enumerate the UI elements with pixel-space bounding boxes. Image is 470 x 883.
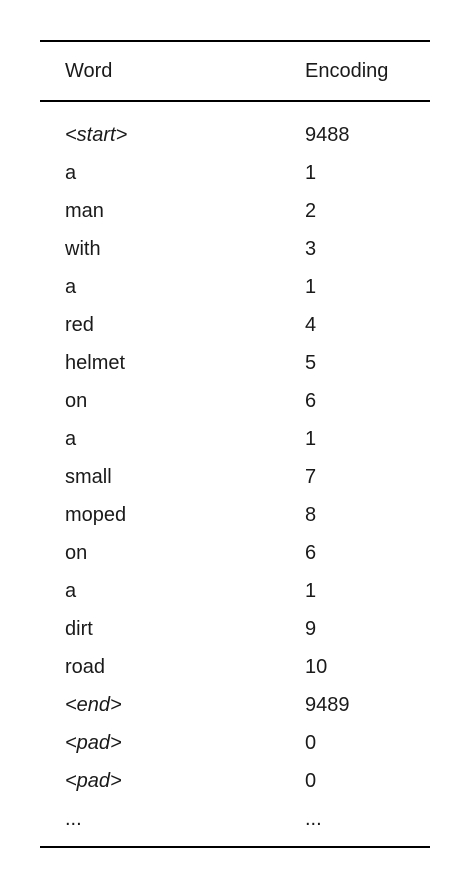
word-cell: on bbox=[65, 389, 88, 412]
encoding-cell: 6 bbox=[305, 389, 317, 412]
header-encoding: Encoding bbox=[305, 59, 389, 82]
encoding-cell: 5 bbox=[305, 351, 317, 374]
word-cell: <start> bbox=[65, 123, 128, 146]
word-cell: <end> bbox=[65, 693, 122, 716]
word-cell: red bbox=[65, 313, 94, 336]
encoding-cell: 8 bbox=[305, 503, 317, 526]
encoding-cell: 6 bbox=[305, 541, 317, 564]
word-cell: <pad> bbox=[65, 731, 122, 754]
word-cell: dirt bbox=[65, 617, 93, 640]
table-row: dirt 9 bbox=[40, 610, 430, 648]
table-row: moped 8 bbox=[40, 496, 430, 534]
encoding-cell: 9 bbox=[305, 617, 317, 640]
word-cell: small bbox=[65, 465, 112, 488]
encoding-cell: 9488 bbox=[305, 123, 350, 146]
word-cell: ... bbox=[65, 807, 82, 830]
table-row: a1 bbox=[40, 420, 430, 458]
word-cell: with bbox=[65, 237, 101, 260]
table-row: red 4 bbox=[40, 306, 430, 344]
encoding-cell: 2 bbox=[305, 199, 317, 222]
table-row: <pad> 0 bbox=[40, 762, 430, 800]
word-cell: man bbox=[65, 199, 104, 222]
encoding-cell: 0 bbox=[305, 769, 317, 792]
table-body: <start> 9488 a 1 man 2 with 3 a 1 red 4 helmet 5 on 6 a 1… bbox=[40, 102, 430, 838]
table-row: helmet 5 bbox=[40, 344, 430, 382]
table-row: with 3 bbox=[40, 230, 430, 268]
encoding-cell: 1 bbox=[305, 579, 317, 602]
table-bottom-rule bbox=[40, 846, 430, 848]
encoding-cell: 1 bbox=[305, 275, 317, 298]
table-row: a1 bbox=[40, 154, 430, 192]
word-cell: a bbox=[65, 275, 77, 298]
encoding-cell: 10 bbox=[305, 655, 328, 678]
encoding-cell: ... bbox=[305, 807, 322, 830]
word-cell: <pad> bbox=[65, 769, 122, 792]
encoding-cell: 4 bbox=[305, 313, 317, 336]
encoding-cell: 1 bbox=[305, 161, 317, 184]
word-cell: on bbox=[65, 541, 88, 564]
table-row: man 2 bbox=[40, 192, 430, 230]
encoding-cell: 3 bbox=[305, 237, 317, 260]
word-cell: helmet bbox=[65, 351, 126, 374]
table-row: a1 bbox=[40, 268, 430, 306]
table-row: road 10 bbox=[40, 648, 430, 686]
word-cell: road bbox=[65, 655, 106, 678]
encoding-cell: 1 bbox=[305, 427, 317, 450]
word-cell: moped bbox=[65, 503, 127, 526]
table-row: ...... bbox=[40, 800, 430, 838]
word-cell: a bbox=[65, 427, 77, 450]
word-cell: a bbox=[65, 161, 77, 184]
table-row: <pad> 0 bbox=[40, 724, 430, 762]
encoding-table: Word Encoding <start> 9488 a 1 man 2 with 3 a 1 re… bbox=[40, 40, 430, 848]
encoding-cell: 9489 bbox=[305, 693, 350, 716]
table-row: <end> 9489 bbox=[40, 686, 430, 724]
table-header-row: Word Encoding bbox=[40, 42, 430, 100]
header-word: Word bbox=[65, 59, 113, 82]
encoding-cell: 7 bbox=[305, 465, 317, 488]
table-row: on 6 bbox=[40, 534, 430, 572]
table-row: on 6 bbox=[40, 382, 430, 420]
word-cell: a bbox=[65, 579, 77, 602]
table-row: <start> 9488 bbox=[40, 116, 430, 154]
encoding-cell: 0 bbox=[305, 731, 317, 754]
table-row: small 7 bbox=[40, 458, 430, 496]
table-row: a1 bbox=[40, 572, 430, 610]
